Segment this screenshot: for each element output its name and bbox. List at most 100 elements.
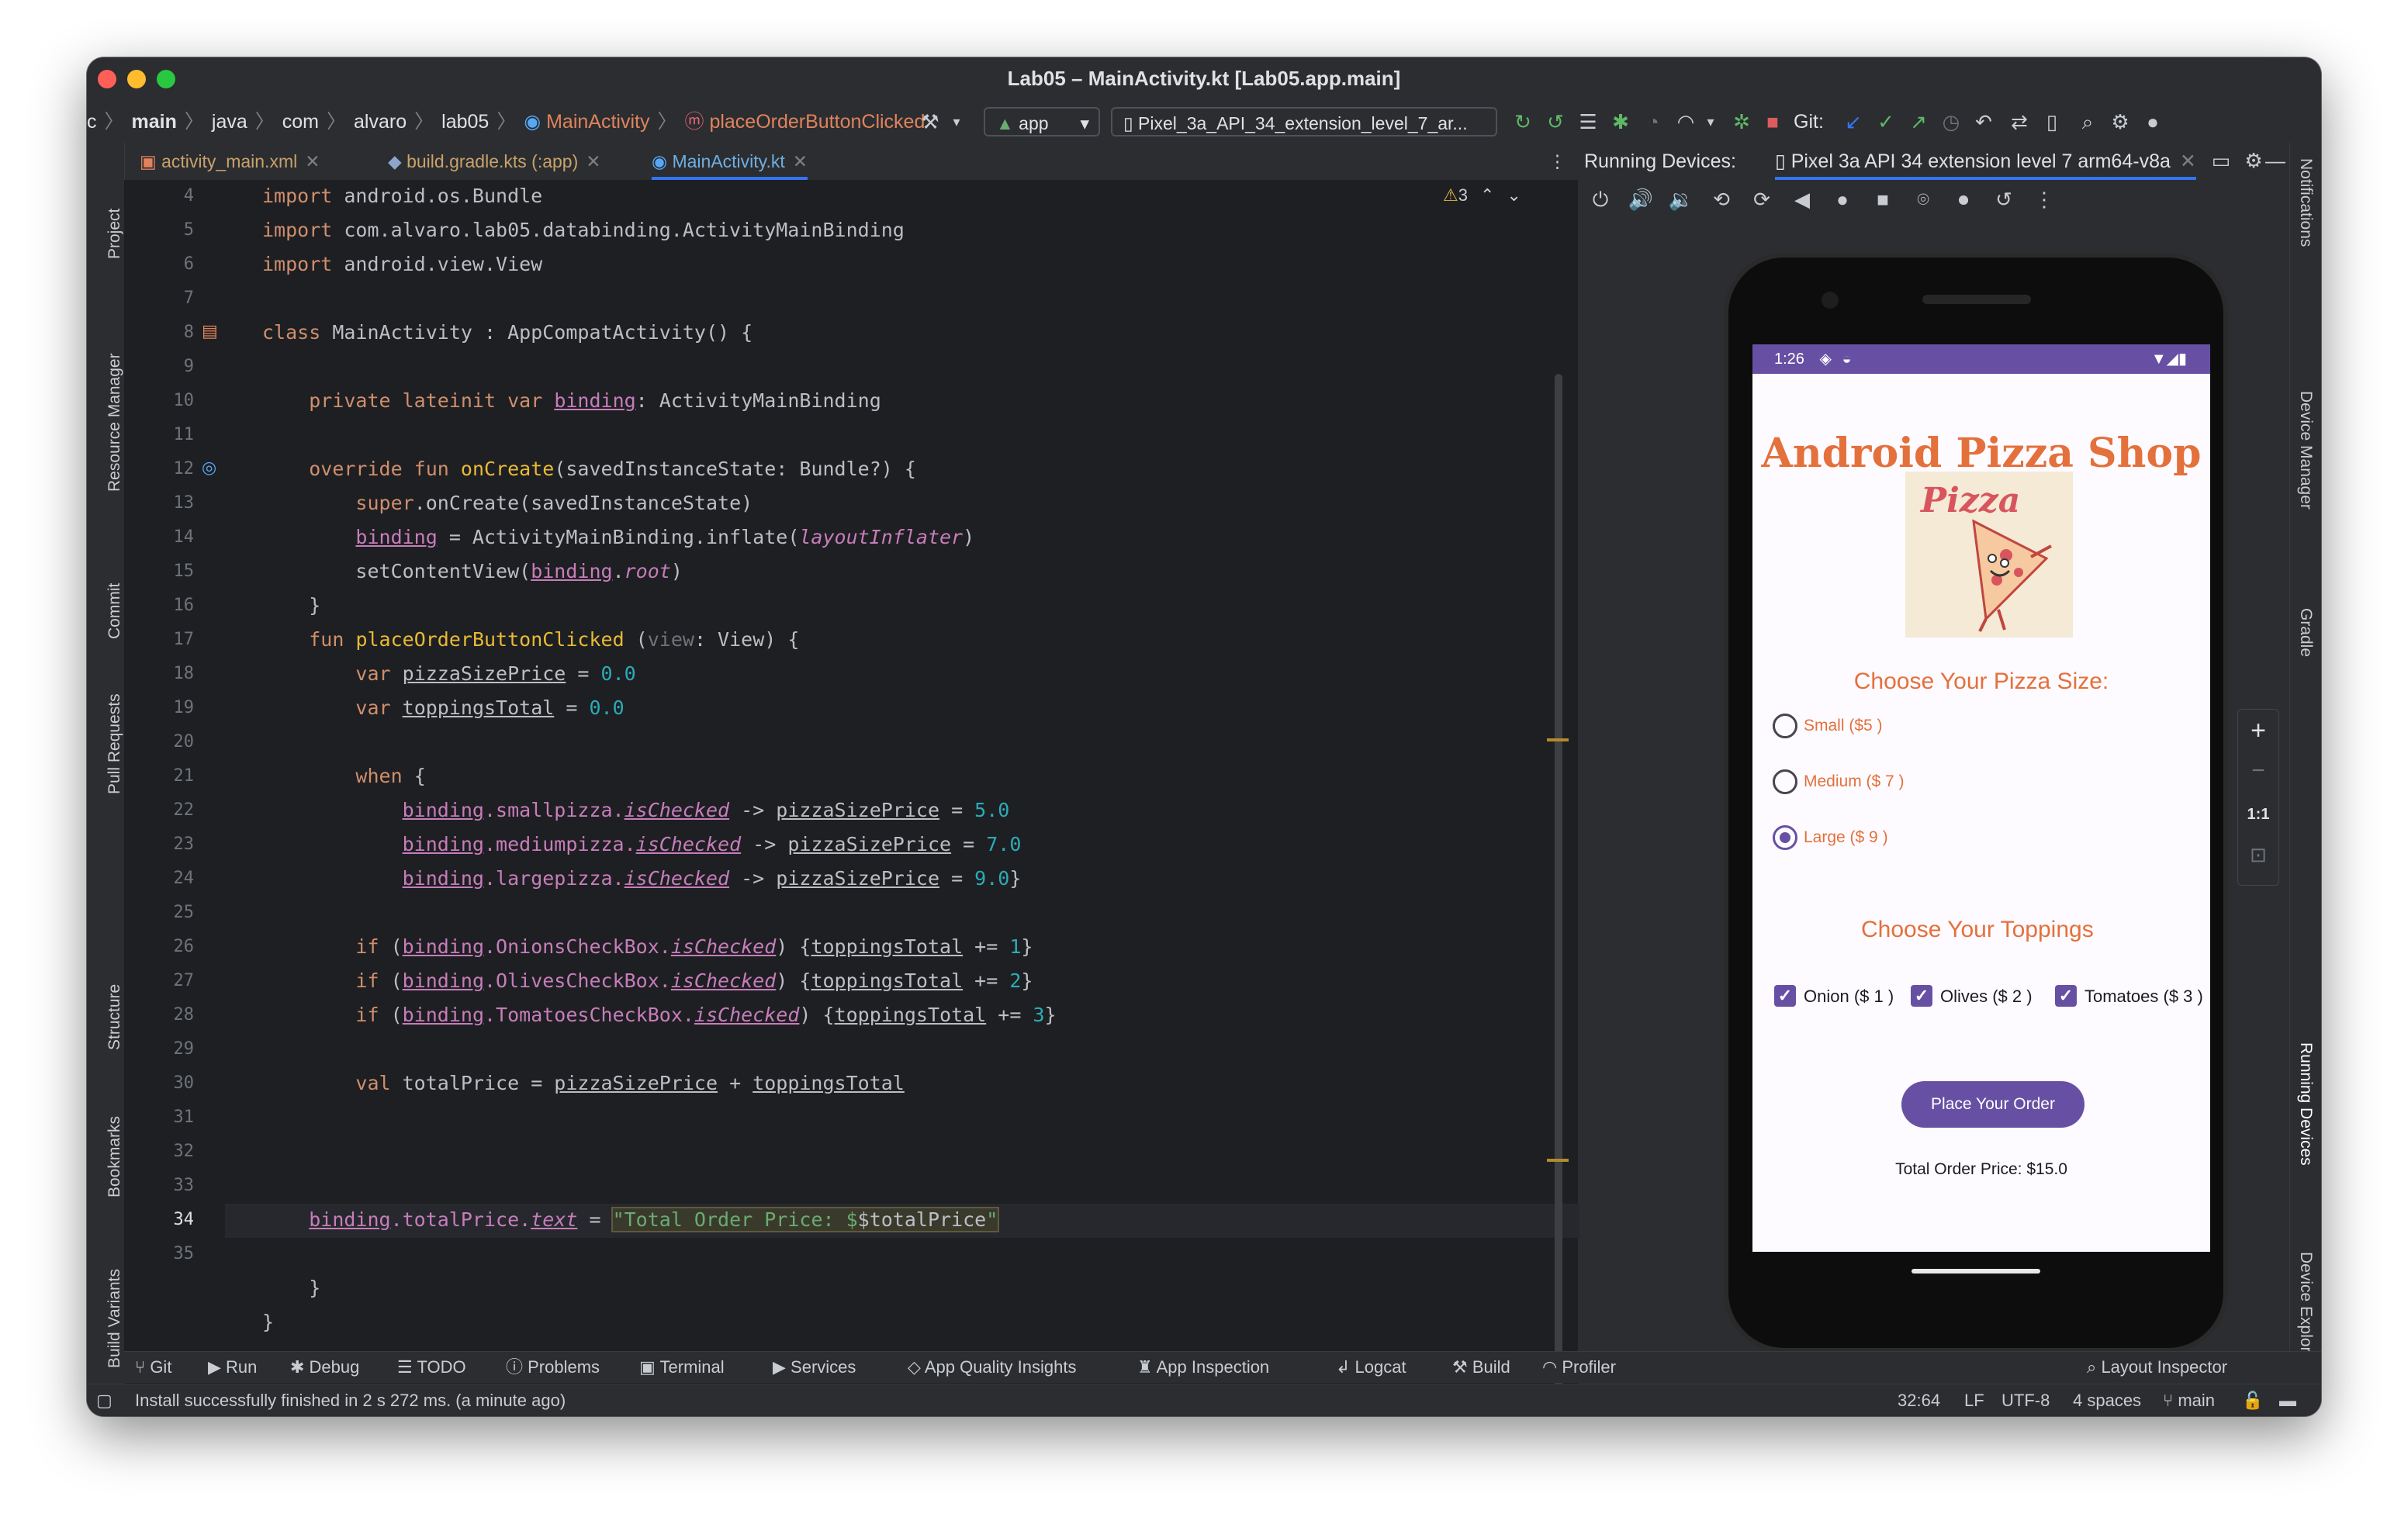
rollback-icon[interactable]: ↶ — [1970, 109, 1997, 135]
caret-position[interactable]: 32:64 — [1898, 1384, 1940, 1416]
place-order-button[interactable]: Place Your Order — [1901, 1081, 2085, 1128]
git-commit-icon[interactable]: ✓ — [1873, 109, 1899, 135]
tool-app-inspection[interactable]: ♜ App Inspection — [1137, 1352, 1269, 1383]
tool-commit[interactable]: Commit — [87, 583, 124, 676]
line-ending[interactable]: LF — [1964, 1384, 1984, 1416]
zoom-out-button[interactable]: − — [2238, 758, 2278, 784]
history-icon[interactable]: ◷ — [1938, 109, 1964, 135]
device-mirror-icon[interactable]: ⇄ — [2006, 109, 2033, 135]
zoom-in-button[interactable]: + — [2238, 716, 2278, 746]
tool-debug[interactable]: ✱ Debug — [290, 1352, 359, 1383]
editor-scrollbar[interactable] — [1547, 180, 1570, 1416]
checkbox-onion-label[interactable]: Onion ($ 1 ) — [1804, 987, 1894, 1007]
tool-build[interactable]: ⚒ Build — [1452, 1352, 1510, 1383]
back-icon[interactable]: ◀ — [1789, 186, 1815, 213]
chevron-down-icon[interactable]: ⌄ — [1507, 185, 1521, 205]
tool-todo[interactable]: ☰ TODO — [397, 1352, 466, 1383]
file-encoding[interactable]: UTF-8 — [2001, 1384, 2050, 1416]
stop-icon[interactable]: ■ — [1759, 109, 1786, 135]
profile-icon[interactable]: ◔ — [1640, 109, 1666, 135]
tool-problems[interactable]: ⓘ Problems — [506, 1352, 600, 1383]
run-list-icon[interactable]: ☰ — [1575, 109, 1601, 135]
lock-icon[interactable]: 🔓 — [2242, 1384, 2263, 1416]
tool-bookmarks[interactable]: Bookmarks — [87, 1116, 124, 1235]
breadcrumb-alvaro[interactable]: alvaro — [354, 111, 407, 133]
git-branch-widget[interactable]: ⑂ main — [2163, 1384, 2215, 1416]
device-manager-icon[interactable]: ▯ — [2039, 109, 2065, 135]
radio-medium[interactable] — [1773, 769, 1797, 794]
tab-build-gradle[interactable]: ◆ build.gradle.kts (:app) ✕ — [388, 143, 601, 180]
status-message[interactable]: Install successfully finished in 2 s 272… — [135, 1384, 566, 1416]
minimize-icon[interactable]: — — [2262, 147, 2289, 174]
breadcrumb-src[interactable]: c — [87, 111, 97, 133]
checkbox-olives-label[interactable]: Olives ($ 2 ) — [1940, 987, 2033, 1007]
new-tab-icon[interactable]: ▭ — [2208, 147, 2234, 174]
tool-services[interactable]: ▶ Services — [773, 1352, 856, 1383]
account-icon[interactable]: ● — [2140, 109, 2166, 135]
more-options-icon[interactable]: ⋮ — [2031, 186, 2057, 213]
power-icon[interactable]: ⏻ — [1587, 186, 1614, 213]
apply-changes-icon[interactable]: ↻ — [1510, 109, 1536, 135]
git-push-icon[interactable]: ↗ — [1905, 109, 1932, 135]
tool-app-quality-insights[interactable]: ◇ App Quality Insights — [908, 1352, 1077, 1383]
tool-resource-manager[interactable]: Resource Manager — [87, 353, 124, 529]
git-update-icon[interactable]: ↙ — [1840, 109, 1867, 135]
chevron-up-icon[interactable]: ⌃ — [1480, 185, 1494, 205]
tool-project[interactable]: Project — [87, 209, 124, 296]
checkbox-tomatoes[interactable]: ✓ — [2055, 985, 2077, 1007]
tool-layout-inspector[interactable]: ⌕ Layout Inspector — [2087, 1352, 2227, 1383]
radio-large[interactable] — [1773, 825, 1797, 850]
tool-terminal[interactable]: ▣ Terminal — [639, 1352, 725, 1383]
volume-up-icon[interactable]: 🔊 — [1628, 186, 1654, 213]
radio-medium-label[interactable]: Medium ($ 7 ) — [1804, 772, 1905, 791]
chevron-down-icon[interactable]: ▾ — [943, 109, 970, 135]
rotate-right-icon[interactable]: ⟳ — [1749, 186, 1775, 213]
device-selector[interactable]: ▯ Pixel_3a_API_34_extension_level_7_ar..… — [1111, 107, 1497, 137]
scrollbar-thumb[interactable] — [1555, 374, 1562, 1416]
coverage-icon[interactable]: ◠ — [1673, 109, 1699, 135]
warning-stripe[interactable] — [1547, 1159, 1569, 1162]
apply-code-changes-icon[interactable]: ↺ — [1542, 109, 1569, 135]
memory-indicator-icon[interactable]: ▬ — [2279, 1384, 2296, 1416]
layout-preview-icon[interactable]: ▤ — [202, 321, 223, 343]
breadcrumb-class[interactable]: MainActivity — [546, 111, 649, 133]
home-icon[interactable]: ● — [1829, 186, 1856, 213]
radio-small-label[interactable]: Small ($5 ) — [1804, 717, 1883, 735]
device-tab[interactable]: ▯ Pixel 3a API 34 extension level 7 arm6… — [1775, 143, 2196, 180]
toggle-tool-windows-icon[interactable]: ▢ — [96, 1384, 112, 1416]
close-icon[interactable]: ✕ — [2180, 150, 2196, 172]
screen-record-icon[interactable]: ⏺ — [1950, 186, 1977, 213]
search-icon[interactable]: ⌕ — [2074, 109, 2101, 135]
screenshot-icon[interactable]: ⌾ — [1910, 186, 1936, 213]
breadcrumb-com[interactable]: com — [282, 111, 319, 133]
indent-setting[interactable]: 4 spaces — [2073, 1384, 2141, 1416]
reset-icon[interactable]: ↺ — [1991, 186, 2017, 213]
zoom-actual-size-button[interactable]: 1:1 — [2238, 806, 2278, 824]
run-config-selector[interactable]: ▲ app ▾ — [984, 107, 1100, 137]
breadcrumb-java[interactable]: java — [212, 111, 247, 133]
attach-debugger-icon[interactable]: ✲ — [1728, 109, 1755, 135]
tab-activity-main-xml[interactable]: ▣ activity_main.xml ✕ — [140, 143, 320, 180]
phone-screen[interactable]: 1:26 ◈ ◒ ▼◢▮ Android Pizza Shop Pizza Ch… — [1752, 344, 2210, 1252]
close-icon[interactable]: ✕ — [586, 151, 600, 171]
radio-small[interactable] — [1773, 714, 1797, 738]
tab-main-activity[interactable]: ◉ MainActivity.kt ✕ — [652, 143, 808, 180]
rotate-left-icon[interactable]: ⟲ — [1708, 186, 1735, 213]
tool-logcat[interactable]: ↲ Logcat — [1336, 1352, 1406, 1383]
checkbox-onion[interactable]: ✓ — [1774, 985, 1796, 1007]
more-options-icon[interactable]: ⋮ — [1548, 143, 1566, 180]
gesture-bar[interactable] — [1912, 1269, 2040, 1274]
checkbox-olives[interactable]: ✓ — [1911, 985, 1932, 1007]
close-icon[interactable]: ✕ — [793, 151, 808, 171]
warning-stripe[interactable] — [1547, 738, 1569, 741]
gear-icon[interactable]: ⚙ — [2107, 109, 2133, 135]
overview-icon[interactable]: ■ — [1870, 186, 1896, 213]
close-icon[interactable]: ✕ — [305, 151, 320, 171]
tool-structure[interactable]: Structure — [87, 984, 124, 1087]
tool-git[interactable]: ⑂ Git — [135, 1352, 171, 1383]
code-editor[interactable]: 4 5 6 7 8 9 10 11 12 13 14 15 16 17 18 1… — [124, 180, 1583, 1416]
override-marker-icon[interactable]: ◎ — [202, 458, 223, 479]
checkbox-tomatoes-label[interactable]: Tomatoes ($ 3 ) — [2085, 987, 2203, 1007]
breadcrumb-main[interactable]: main — [132, 111, 177, 133]
zoom-fit-icon[interactable]: ⊡ — [2238, 843, 2278, 867]
